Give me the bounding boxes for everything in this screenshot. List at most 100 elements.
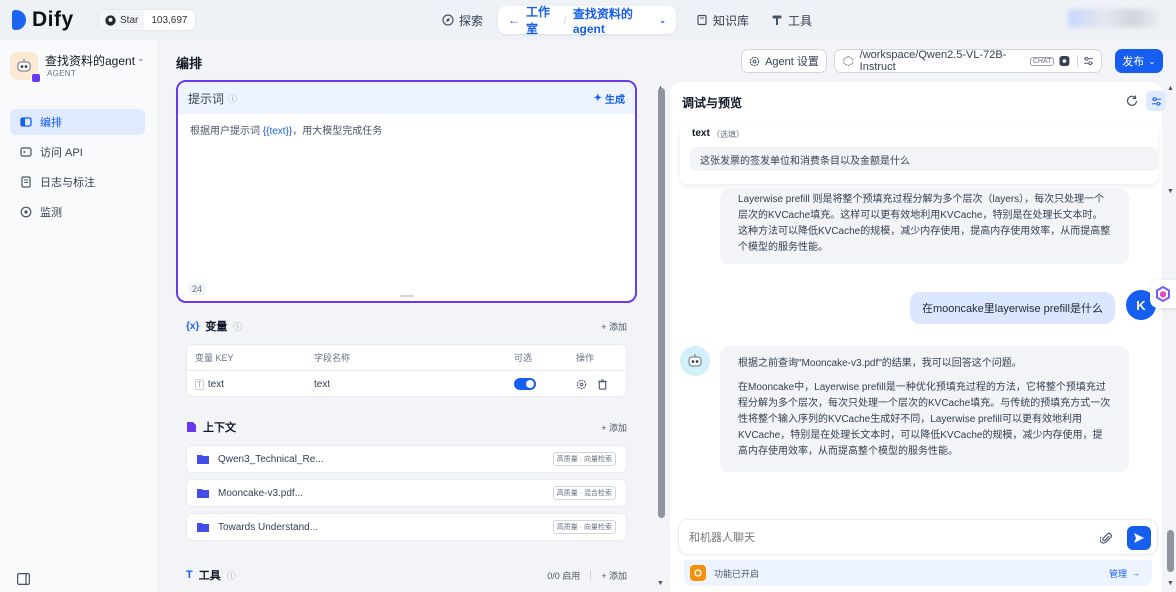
features-bar: 功能已开启 管理 → bbox=[684, 560, 1152, 586]
variable-label: text bbox=[692, 128, 710, 139]
tools-panel: T 工具 ⓘ 0/0 启用 + 添加 bbox=[176, 559, 637, 592]
folder-icon bbox=[197, 489, 209, 498]
list-item[interactable]: Qwen3_Technical_Re... 高质量 · 向量检索 bbox=[186, 445, 627, 473]
arrow-right-icon: → bbox=[1131, 568, 1140, 578]
github-star-button[interactable]: Star 103,697 bbox=[98, 9, 196, 31]
model-cube-icon bbox=[843, 55, 854, 67]
monitor-icon bbox=[20, 206, 32, 218]
prompt-text[interactable]: 根据用户提示词 {{text}}，用大模型完成任务 bbox=[178, 114, 635, 145]
retrieval-tag: 高质量 · 向量检索 bbox=[552, 520, 616, 534]
optional-toggle[interactable] bbox=[514, 378, 536, 390]
chat-input-box[interactable] bbox=[678, 519, 1158, 555]
sparkle-icon: ✦ bbox=[593, 92, 602, 104]
add-variable-button[interactable]: + 添加 bbox=[601, 320, 627, 333]
input-variables-box: text （选填） 这张发票的签发单位和消费条目以及金额是什么 bbox=[680, 122, 1158, 184]
send-button[interactable] bbox=[1127, 526, 1151, 550]
tool-icon: T bbox=[186, 569, 193, 581]
app-name[interactable]: 查找资料的agent bbox=[45, 52, 135, 69]
robot-icon bbox=[17, 59, 31, 72]
retrieval-tag: 高质量 · 向量检索 bbox=[552, 452, 616, 466]
variables-table: 变量 KEY 字段名称 可选 操作 T text text bbox=[186, 344, 627, 397]
variable-optional-label: （选填） bbox=[712, 130, 744, 139]
publish-button[interactable]: 发布 ⌄ bbox=[1115, 49, 1163, 73]
scroll-down-icon[interactable]: ▼ bbox=[1167, 188, 1174, 195]
debug-preview-panel: 调试与预览 text （选填） 这张发票的签发单位和消费条目以及金额是什么 La… bbox=[670, 82, 1166, 592]
sidebar-item-orchestrate[interactable]: 编排 bbox=[10, 109, 145, 135]
left-scrollbar[interactable] bbox=[658, 88, 665, 518]
manage-features-link[interactable]: 管理 → bbox=[1109, 567, 1140, 580]
bot-avatar bbox=[680, 346, 710, 376]
prompt-variable: {{text}} bbox=[262, 126, 293, 137]
restart-icon[interactable] bbox=[1126, 95, 1138, 107]
model-selector[interactable]: /workspace/Qwen2.5-VL-72B-Instruct CHAT bbox=[834, 49, 1102, 73]
app-menu-chevron-icon[interactable]: ⌄ bbox=[137, 53, 145, 64]
trash-icon[interactable] bbox=[597, 378, 608, 390]
generate-button[interactable]: ✦ 生成 bbox=[594, 91, 625, 106]
logs-icon bbox=[21, 176, 31, 188]
chevron-down-icon: ⌄ bbox=[1148, 55, 1156, 66]
plus-icon: + bbox=[601, 321, 607, 332]
plus-icon: + bbox=[601, 570, 607, 581]
prompt-header: 提示词 ⓘ ✦ 生成 bbox=[178, 82, 635, 114]
nav-explore[interactable]: 探索 bbox=[442, 10, 483, 30]
send-icon bbox=[1134, 533, 1144, 543]
text-type-icon: T bbox=[195, 378, 204, 390]
feature-icon bbox=[690, 565, 706, 581]
orchestrate-icon bbox=[20, 117, 32, 127]
character-count: 24 bbox=[188, 283, 207, 295]
variable-icon: {x} bbox=[186, 320, 200, 332]
nav-current-app[interactable]: 查找资料的agent bbox=[573, 5, 653, 36]
github-icon bbox=[105, 14, 116, 26]
paperclip-icon[interactable] bbox=[1100, 531, 1112, 545]
nav-studio[interactable]: 工作室 bbox=[526, 3, 558, 37]
variables-toggle-button[interactable] bbox=[1146, 91, 1166, 111]
back-arrow-icon: ← bbox=[508, 13, 520, 27]
right-scrollbar[interactable] bbox=[1167, 530, 1174, 572]
sidebar-item-monitor[interactable]: 监测 bbox=[10, 199, 145, 225]
variable-input[interactable]: 这张发票的签发单位和消费条目以及金额是什么 bbox=[690, 147, 1158, 171]
chat-input[interactable] bbox=[689, 528, 1069, 548]
table-header: 变量 KEY 字段名称 可选 操作 bbox=[187, 345, 626, 371]
sidebar: 查找资料的agent ⌄ AGENT 编排 访问 API 日志与标注 监测 bbox=[0, 40, 159, 592]
features-status: 功能已开启 bbox=[714, 568, 760, 579]
add-tool-button[interactable]: + 添加 bbox=[601, 569, 627, 582]
page-title: 编排 bbox=[176, 56, 203, 71]
collapse-sidebar-icon[interactable] bbox=[17, 573, 30, 585]
user-account-blurred[interactable] bbox=[1068, 9, 1162, 27]
app-type: AGENT bbox=[47, 69, 77, 78]
bot-message: Layerwise prefill 则是将整个预填充过程分解为多个层次（laye… bbox=[720, 188, 1129, 264]
prompt-title: 提示词 bbox=[188, 91, 225, 106]
context-panel: 上下文 + 添加 Qwen3_Technical_Re... 高质量 · 向量检… bbox=[176, 411, 637, 551]
github-star-label: Star bbox=[120, 14, 139, 26]
agent-badge-icon bbox=[31, 73, 41, 83]
nav-knowledge[interactable]: 知识库 bbox=[696, 10, 749, 30]
chevron-down-icon: ⌄ bbox=[659, 15, 666, 25]
sliders-icon bbox=[1151, 96, 1161, 106]
hammer-icon bbox=[772, 15, 782, 25]
agent-settings-button[interactable]: Agent 设置 bbox=[741, 49, 827, 73]
scroll-up-icon[interactable]: ▲ bbox=[1167, 85, 1174, 92]
info-icon: ⓘ bbox=[226, 570, 236, 581]
dify-logo[interactable]: Dify bbox=[12, 8, 74, 32]
resize-handle[interactable] bbox=[400, 295, 414, 297]
add-context-button[interactable]: + 添加 bbox=[601, 421, 627, 434]
scroll-down-icon[interactable]: ▼ bbox=[657, 580, 664, 587]
settings-icon[interactable] bbox=[576, 379, 587, 390]
prompt-editor[interactable]: 提示词 ⓘ ✦ 生成 根据用户提示词 {{text}}，用大模型完成任务 24 bbox=[176, 80, 637, 303]
model-name: /workspace/Qwen2.5-VL-72B-Instruct bbox=[859, 49, 1007, 73]
logo-mark bbox=[12, 10, 26, 30]
hexagon-logo-icon bbox=[1156, 286, 1170, 302]
list-item[interactable]: Towards Understand... 高质量 · 向量检索 bbox=[186, 513, 627, 541]
bot-message: 根据之前查询"Mooncake-v3.pdf"的结果，我可以回答这个问题。 在M… bbox=[720, 346, 1129, 472]
tools-enabled-count: 0/0 启用 bbox=[547, 570, 581, 581]
sidebar-item-api[interactable]: 访问 API bbox=[10, 139, 145, 165]
sidebar-item-logs[interactable]: 日志与标注 bbox=[10, 169, 145, 195]
gear-icon bbox=[749, 56, 760, 66]
floating-assistant-button[interactable] bbox=[1150, 280, 1176, 308]
scroll-down-icon[interactable]: ▼ bbox=[1167, 580, 1174, 587]
model-params-icon[interactable] bbox=[1083, 55, 1094, 67]
compass-icon bbox=[442, 14, 454, 26]
nav-tools[interactable]: 工具 bbox=[771, 10, 812, 30]
list-item[interactable]: Mooncake-v3.pdf... 高质量 · 混合检索 bbox=[186, 479, 627, 507]
breadcrumb[interactable]: ← 工作室 / 查找资料的agent ⌄ bbox=[498, 3, 676, 37]
